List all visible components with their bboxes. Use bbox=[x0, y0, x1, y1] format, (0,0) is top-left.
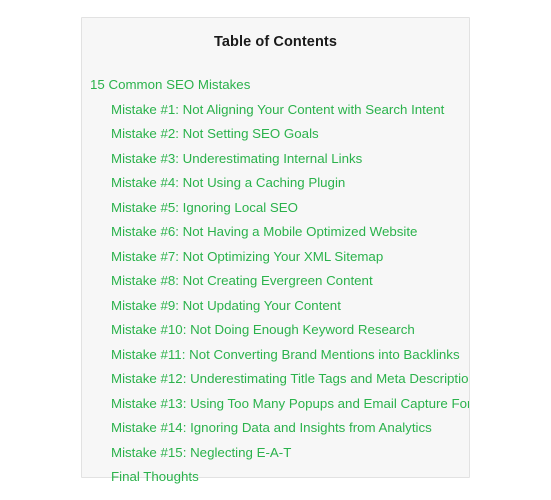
page-title: Table of Contents bbox=[213, 34, 338, 50]
toc-link[interactable]: Mistake #12: Underestimating Title Tags … bbox=[111, 367, 469, 392]
toc-list-item: Mistake #4: Not Using a Caching Plugin bbox=[82, 171, 469, 196]
toc-link[interactable]: Mistake #6: Not Having a Mobile Optimize… bbox=[111, 220, 417, 245]
toc-list-item: Mistake #14: Ignoring Data and Insights … bbox=[82, 416, 469, 441]
toc-link[interactable]: Mistake #13: Using Too Many Popups and E… bbox=[111, 392, 469, 417]
toc-link[interactable]: 15 Common SEO Mistakes bbox=[90, 73, 250, 98]
toc-link[interactable]: Mistake #9: Not Updating Your Content bbox=[111, 294, 341, 319]
toc-list-item: Mistake #5: Ignoring Local SEO bbox=[82, 196, 469, 221]
toc-link[interactable]: Mistake #2: Not Setting SEO Goals bbox=[111, 122, 319, 147]
toc-link[interactable]: Mistake #14: Ignoring Data and Insights … bbox=[111, 416, 432, 441]
toc-list-item: 15 Common SEO Mistakes bbox=[82, 73, 469, 98]
toc-list-item: Mistake #1: Not Aligning Your Content wi… bbox=[82, 98, 469, 123]
toc-link[interactable]: Mistake #4: Not Using a Caching Plugin bbox=[111, 171, 345, 196]
toc-link[interactable]: Mistake #8: Not Creating Evergreen Conte… bbox=[111, 269, 373, 294]
page-root: Table of Contents 15 Common SEO Mistakes… bbox=[0, 0, 551, 500]
toc-list-item: Mistake #10: Not Doing Enough Keyword Re… bbox=[82, 318, 469, 343]
toc-list-item: Mistake #13: Using Too Many Popups and E… bbox=[82, 392, 469, 417]
toc-list-item: Mistake #15: Neglecting E-A-T bbox=[82, 441, 469, 466]
toc-link[interactable]: Mistake #7: Not Optimizing Your XML Site… bbox=[111, 245, 383, 270]
toc-list-item: Mistake #6: Not Having a Mobile Optimize… bbox=[82, 220, 469, 245]
toc-list-item: Mistake #11: Not Converting Brand Mentio… bbox=[82, 343, 469, 368]
toc-list-item: Mistake #7: Not Optimizing Your XML Site… bbox=[82, 245, 469, 270]
toc-list-item: Mistake #2: Not Setting SEO Goals bbox=[82, 122, 469, 147]
toc-link[interactable]: Mistake #15: Neglecting E-A-T bbox=[111, 441, 291, 466]
toc-link[interactable]: Final Thoughts bbox=[111, 465, 199, 490]
toc-link[interactable]: Mistake #11: Not Converting Brand Mentio… bbox=[111, 343, 460, 368]
toc-list: 15 Common SEO Mistakes Mistake #1: Not Al… bbox=[82, 51, 469, 490]
toc-link[interactable]: Mistake #3: Underestimating Internal Lin… bbox=[111, 147, 362, 172]
toc-list-item: Mistake #3: Underestimating Internal Lin… bbox=[82, 147, 469, 172]
toc-list-item: Mistake #12: Underestimating Title Tags … bbox=[82, 367, 469, 392]
toc-list-item: Final Thoughts bbox=[82, 465, 469, 490]
table-of-contents-box: Table of Contents 15 Common SEO Mistakes… bbox=[81, 17, 470, 484]
toc-link[interactable]: Mistake #10: Not Doing Enough Keyword Re… bbox=[111, 318, 415, 343]
toc-list-item: Mistake #8: Not Creating Evergreen Conte… bbox=[82, 269, 469, 294]
toc-list-item: Mistake #9: Not Updating Your Content bbox=[82, 294, 469, 319]
toc-link[interactable]: Mistake #5: Ignoring Local SEO bbox=[111, 196, 298, 221]
toc-link[interactable]: Mistake #1: Not Aligning Your Content wi… bbox=[111, 98, 444, 123]
